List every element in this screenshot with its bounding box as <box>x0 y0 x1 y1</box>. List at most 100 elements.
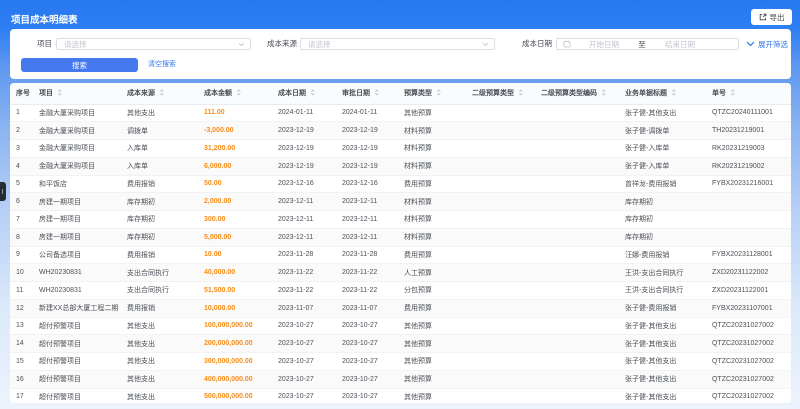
table-row[interactable]: 16 超付预警项目 其他支出 400,000,000.00 2023-10-27 2023… <box>10 370 791 389</box>
cell-序号: 11 <box>10 281 33 300</box>
expand-filter-label: 展开筛选 <box>758 39 788 49</box>
table-row[interactable]: 11 WH20230831 支出合同执行 51,500.00 2023-11-22 202… <box>10 281 791 300</box>
cell-序号: 8 <box>10 228 33 247</box>
sort-icon[interactable] <box>601 89 607 96</box>
cell-单号: QTZC20231027002 <box>706 334 791 353</box>
cell-业务单据标题: 张子健-其他支出 <box>619 370 706 389</box>
cell-成本金额: 51,500.00 <box>198 281 272 300</box>
cell-二级预算类型 <box>466 175 535 194</box>
project-select-placeholder: 请选择 <box>64 39 87 49</box>
cell-成本金额: 10,000.00 <box>198 299 272 318</box>
table-row[interactable]: 14 超付预警项目 其他支出 200,000,000.00 2023-10-27 2023… <box>10 334 791 353</box>
table-row[interactable]: 13 超付预警项目 其他支出 100,000,000.00 2023-10-27 2023… <box>10 317 791 336</box>
sort-icon[interactable] <box>236 89 242 96</box>
cell-二级预算类型编码 <box>535 281 619 300</box>
table-row[interactable]: 3 金融大厦采购项目 入库单 31,200.00 2023-12-19 2023-12-1… <box>10 139 791 158</box>
sort-icon[interactable] <box>436 89 442 96</box>
cell-成本来源: 入库单 <box>121 139 198 158</box>
cell-序号: 1 <box>10 104 33 123</box>
column-header-9[interactable]: 业务单据标题 <box>619 83 706 105</box>
cell-预算类型: 其他预算 <box>398 370 466 389</box>
cell-项目: WH20230831 <box>33 263 121 282</box>
column-header-3[interactable]: 成本金额 <box>198 83 272 105</box>
cell-预算类型: 费用预算 <box>398 246 466 265</box>
cell-二级预算类型 <box>466 121 535 140</box>
cell-成本金额: 100,000,000.00 <box>198 317 272 336</box>
table-row[interactable]: 15 超付预警项目 其他支出 300,000,000.00 2023-10-27 2023… <box>10 352 791 371</box>
cell-序号: 14 <box>10 334 33 353</box>
date-start-input[interactable]: 开始日期 <box>571 39 637 50</box>
cell-项目: 新建XX总部大厦工程二期 <box>33 299 121 318</box>
cost-table-card: 序号 项目 成本来源 成本金额 成本日期 审批日期 预算类型 二级预算类型 二级预算类型编码 业务… <box>10 83 791 403</box>
cell-单号: QTZC20240111001 <box>706 104 791 123</box>
table-row[interactable]: 1 金融大厦采购项目 其他支出 111.00 2024-01-11 2024-01-11 其… <box>10 104 791 123</box>
cell-项目: 超付预警项目 <box>33 370 121 389</box>
column-header-5[interactable]: 审批日期 <box>336 83 398 105</box>
cell-单号 <box>706 228 791 247</box>
source-select[interactable]: 请选择 <box>300 38 495 50</box>
cell-成本金额: 50.00 <box>198 175 272 194</box>
cell-成本来源: 其他支出 <box>121 334 198 353</box>
cell-单号 <box>706 210 791 229</box>
cell-二级预算类型 <box>466 263 535 282</box>
table-row[interactable]: 10 WH20230831 支出合同执行 40,000.00 2023-11-22 202… <box>10 263 791 282</box>
table-body: 1 金融大厦采购项目 其他支出 111.00 2024-01-11 2024-01-11 其… <box>10 104 791 403</box>
sidebar-collapse-handle[interactable] <box>0 182 6 201</box>
table-row[interactable]: 8 房建一期项目 库存期初 5,000.00 2023-12-11 2023-12-11 材… <box>10 228 791 247</box>
cell-成本金额: 300.00 <box>198 210 272 229</box>
sort-icon[interactable] <box>310 89 316 96</box>
cell-业务单据标题: 张子健-其他支出 <box>619 388 706 403</box>
column-header-10[interactable]: 单号 <box>706 83 791 105</box>
cell-业务单据标题: 张子健-其他支出 <box>619 334 706 353</box>
cell-成本金额: 300,000,000.00 <box>198 352 272 371</box>
sort-icon[interactable] <box>730 89 736 96</box>
sort-icon[interactable] <box>518 89 524 96</box>
cell-预算类型: 其他预算 <box>398 352 466 371</box>
table-row[interactable]: 2 金融大厦采购项目 调拨单 -3,000.00 2023-12-19 2023-12-1… <box>10 121 791 140</box>
cell-审批日期: 2023-12-19 <box>336 139 398 158</box>
column-header-8[interactable]: 二级预算类型编码 <box>535 83 619 105</box>
export-button[interactable]: 导出 <box>751 9 792 25</box>
cell-单号: FYBX20231216001 <box>706 175 791 194</box>
date-range-picker[interactable]: 开始日期 至 结束日期 <box>556 38 739 50</box>
cell-序号: 9 <box>10 246 33 265</box>
sort-icon[interactable] <box>671 89 677 96</box>
project-select[interactable]: 请选择 <box>56 38 251 50</box>
cell-项目: 金融大厦采购项目 <box>33 139 121 158</box>
cell-成本金额: 10.00 <box>198 246 272 265</box>
cell-预算类型: 材料预算 <box>398 210 466 229</box>
cell-单号: FYBX20231107001 <box>706 299 791 318</box>
cell-预算类型: 其他预算 <box>398 334 466 353</box>
table-row[interactable]: 7 房建一期项目 库存期初 300.00 2023-12-11 2023-12-11 材料预… <box>10 210 791 229</box>
cell-二级预算类型编码 <box>535 352 619 371</box>
cell-审批日期: 2023-10-27 <box>336 388 398 403</box>
cell-业务单据标题: 张子健-其他支出 <box>619 317 706 336</box>
cell-单号: FYBX20231128001 <box>706 246 791 265</box>
table-row[interactable]: 17 超付预警项目 其他支出 500,000,000.00 2023-10-27 2023… <box>10 388 791 403</box>
sort-icon[interactable] <box>374 89 380 96</box>
cell-单号: ZXD20231122001 <box>706 281 791 300</box>
search-button[interactable]: 搜索 <box>21 58 138 72</box>
table-row[interactable]: 5 和平饭店 费用报销 50.00 2023-12-16 2023-12-16 费用预算 曾祥… <box>10 175 791 194</box>
column-header-2[interactable]: 成本来源 <box>121 83 198 105</box>
table-row[interactable]: 9 公司备选项目 费用报销 10.00 2023-11-28 2023-11-28 费用预算… <box>10 246 791 265</box>
column-header-7[interactable]: 二级预算类型 <box>466 83 535 105</box>
sort-icon[interactable] <box>159 89 165 96</box>
column-header-6[interactable]: 预算类型 <box>398 83 466 105</box>
cell-审批日期: 2023-10-27 <box>336 352 398 371</box>
cell-审批日期: 2023-11-28 <box>336 246 398 265</box>
cell-成本来源: 费用报销 <box>121 175 198 194</box>
table-row[interactable]: 6 房建一期项目 库存期初 2,000.00 2023-12-11 2023-12-11 材… <box>10 192 791 211</box>
top-header-bar: 项目成本明细表 导出 <box>0 0 800 29</box>
expand-filter-link[interactable]: 展开筛选 <box>746 38 788 50</box>
table-row[interactable]: 4 金融大厦采购项目 入库单 6,000.00 2023-12-19 2023-12-19… <box>10 157 791 176</box>
column-header-4[interactable]: 成本日期 <box>272 83 336 105</box>
sort-icon[interactable] <box>57 89 63 96</box>
column-header-1[interactable]: 项目 <box>33 83 121 105</box>
clear-search-button[interactable]: 清空搜索 <box>148 58 176 72</box>
table-row[interactable]: 12 新建XX总部大厦工程二期 费用报销 10,000.00 2023-11-07 202… <box>10 299 791 318</box>
cell-项目: 金融大厦采购项目 <box>33 157 121 176</box>
cell-二级预算类型编码 <box>535 192 619 211</box>
cell-二级预算类型编码 <box>535 104 619 123</box>
date-end-input[interactable]: 结束日期 <box>647 39 713 50</box>
